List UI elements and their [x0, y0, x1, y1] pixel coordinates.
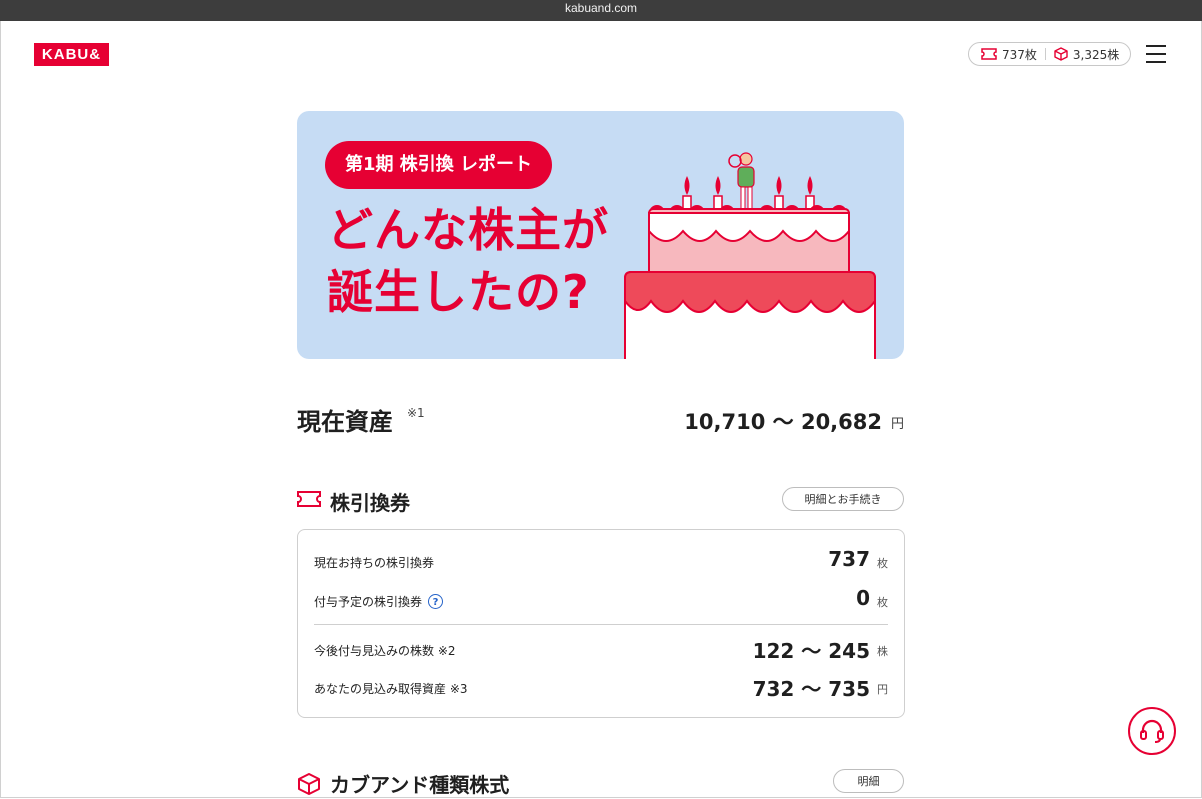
list-item: 今後付与見込みの株数 ※2 122 〜 245 株: [314, 635, 888, 665]
question-icon[interactable]: ?: [428, 594, 444, 609]
kabuand-logo[interactable]: KABU&: [34, 43, 109, 66]
ticket-count: 737枚: [981, 46, 1037, 63]
share-count-text: 3,325株: [1072, 47, 1120, 62]
current-assets-value: 10,710 〜 20,682: [684, 410, 882, 434]
divider: [314, 624, 888, 625]
row-label: 現在お持ちの株引換券: [314, 556, 435, 570]
row-label: 今後付与見込みの株数 ※2: [314, 644, 456, 658]
row-unit: 枚: [877, 596, 888, 609]
current-assets-unit: 円: [890, 417, 904, 432]
current-assets: 現在資産 ※1 10,710 〜 20,682 円: [297, 400, 904, 440]
cube-icon: [298, 773, 320, 795]
row-value: 0: [856, 586, 870, 610]
ticket-icon: [297, 491, 321, 507]
menu-icon[interactable]: [1146, 45, 1166, 63]
banner-title: どんな株主が 誕生したの?: [327, 199, 647, 323]
row-unit: 円: [877, 683, 888, 696]
list-item: 付与予定の株引換券 ? 0 枚: [314, 586, 888, 616]
headset-icon: [1140, 719, 1164, 743]
cube-icon: [1054, 47, 1068, 61]
list-item: あなたの見込み取得資産 ※3 732 〜 735 円: [314, 673, 888, 703]
tickets-section-title: 株引換券: [330, 491, 410, 515]
tickets-card: 現在お持ちの株引換券 737 枚 付与予定の株引換券 ? 0 枚 今後付与見込み…: [297, 529, 905, 718]
shares-section-title: カブアンド種類株式: [330, 773, 510, 797]
support-button[interactable]: [1128, 707, 1176, 755]
current-assets-note: ※1: [407, 406, 425, 420]
row-unit: 枚: [877, 557, 888, 570]
birthday-cake-illustration: [624, 152, 876, 359]
ticket-details-button[interactable]: 明細とお手続き: [782, 487, 904, 511]
current-assets-title: 現在資産: [297, 408, 393, 436]
row-unit: 株: [877, 645, 888, 658]
browser-url[interactable]: kabuand.com: [0, 0, 1202, 21]
shares-section-header: カブアンド種類株式 明細: [297, 769, 904, 799]
tickets-section-header: 株引換券 明細とお手続き: [297, 487, 904, 517]
row-value: 737: [828, 547, 870, 571]
report-banner[interactable]: 第1期 株引換 レポート どんな株主が 誕生したの?: [297, 111, 904, 359]
row-label: あなたの見込み取得資産 ※3: [314, 682, 468, 696]
ticket-count-text: 737枚: [1002, 47, 1037, 62]
banner-title-line2: 誕生したの?: [327, 265, 590, 319]
row-value: 122 〜 245: [752, 639, 870, 663]
holdings-summary[interactable]: 737枚 3,325株: [968, 42, 1131, 66]
row-label: 付与予定の株引換券: [314, 595, 423, 609]
banner-label: 第1期 株引換 レポート: [325, 141, 552, 189]
divider: [1044, 48, 1046, 60]
ticket-icon: [981, 48, 997, 60]
banner-title-line1: どんな株主が: [327, 203, 609, 257]
list-item: 現在お持ちの株引換券 737 枚: [314, 547, 888, 577]
row-value: 732 〜 735: [752, 677, 870, 701]
row-label-wrap: 付与予定の株引換券 ?: [314, 593, 444, 610]
share-details-button[interactable]: 明細: [833, 769, 904, 793]
share-count: 3,325株: [1054, 46, 1119, 63]
